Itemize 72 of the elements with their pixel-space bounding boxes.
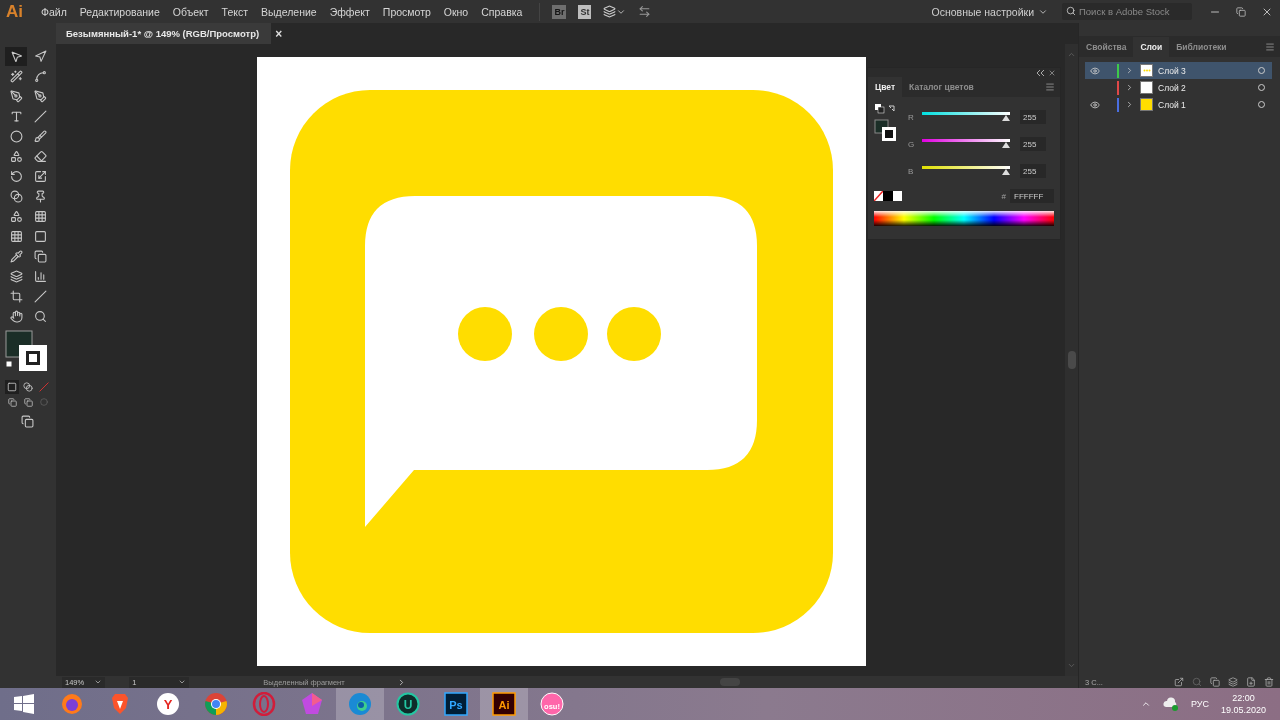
eye-icon[interactable]: [1090, 99, 1100, 110]
clock[interactable]: 22:00 19.05.2020: [1220, 693, 1266, 715]
scroll-thumb[interactable]: [1067, 351, 1076, 369]
menu-item[interactable]: Просмотр: [382, 5, 431, 18]
panel-tab[interactable]: Слои: [1133, 36, 1170, 57]
panel-tab[interactable]: Каталог цветов: [902, 77, 981, 97]
channel-value-field[interactable]: 255: [1020, 164, 1046, 178]
menu-item[interactable]: Окно: [443, 5, 469, 18]
fill-stroke-swatch-icon[interactable]: [874, 119, 896, 141]
language-indicator[interactable]: РУС: [1190, 699, 1209, 709]
hex-field[interactable]: FFFFFF: [1010, 189, 1054, 203]
sublayer-icon[interactable]: [1228, 677, 1238, 687]
menu-item[interactable]: Редактирование: [79, 5, 160, 18]
delete-icon[interactable]: [1264, 677, 1274, 687]
chevron-down-icon: [178, 678, 187, 686]
stock-button[interactable]: St: [578, 4, 592, 19]
panel-tab[interactable]: Цвет: [868, 77, 903, 97]
layer-name: Слой 3: [1158, 65, 1187, 76]
windows-logo-icon: [14, 694, 34, 714]
export-icon[interactable]: [1174, 677, 1184, 687]
workspace-switcher[interactable]: Основные настройки: [931, 5, 1048, 18]
time-text: 22:00: [1232, 693, 1255, 703]
taskbar-app-icon[interactable]: Ai: [480, 688, 528, 720]
clipping-mask-icon[interactable]: [1210, 677, 1220, 687]
search-field[interactable]: Поиск в Adobe Stock: [1062, 3, 1192, 20]
close-panel-icon[interactable]: [1048, 68, 1056, 77]
panel-tab[interactable]: Библиотеки: [1169, 36, 1234, 57]
bridge-button[interactable]: Br: [552, 4, 567, 19]
cloud-icon[interactable]: [1162, 697, 1179, 711]
chevron-down-icon: [94, 678, 103, 686]
arrange-documents-icon[interactable]: [603, 5, 617, 18]
channel-label: B: [908, 166, 915, 176]
collapse-panel-icon[interactable]: [1036, 69, 1044, 76]
swatch-row-icon[interactable]: [874, 191, 902, 201]
new-layer-icon[interactable]: [1246, 677, 1256, 687]
draw-normal-icon[interactable]: [5, 395, 19, 409]
channel-label: R: [908, 112, 915, 122]
gpu-performance-icon[interactable]: [638, 5, 652, 18]
layer-thumbnail: [1140, 98, 1153, 111]
layer-thumbnail: [1140, 64, 1153, 77]
layer-row[interactable]: Слой 3: [1085, 62, 1272, 79]
hex-label: #: [1001, 191, 1006, 201]
tray-expand-icon[interactable]: [1140, 699, 1151, 709]
layer-row[interactable]: Слой 2: [1085, 79, 1272, 96]
color-spectrum[interactable]: [874, 211, 1054, 226]
app-logo: Ai: [6, 1, 23, 22]
channel-value-field[interactable]: 255: [1020, 137, 1046, 151]
channel-label: G: [908, 139, 916, 149]
restore-icon: [1236, 6, 1246, 17]
search-icon: [1066, 6, 1076, 16]
date-text: 19.05.2020: [1220, 705, 1266, 715]
close-tab-button[interactable]: ×: [275, 26, 283, 41]
document-title: Безымянный-1* @ 149% (RGB/Просмотр): [66, 28, 260, 39]
default-colors-icon[interactable]: [874, 103, 898, 115]
menu-item[interactable]: Выделение: [261, 5, 317, 18]
menu-item[interactable]: Текст: [221, 5, 249, 18]
layer-name: Слой 1: [1158, 99, 1187, 110]
none-mode-icon[interactable]: [37, 380, 51, 394]
panel-tab[interactable]: Свойства: [1079, 36, 1134, 57]
menu-item[interactable]: Объект: [172, 5, 209, 18]
gradient-mode-icon[interactable]: [21, 380, 35, 394]
menu-item[interactable]: Файл: [41, 5, 67, 18]
channel-value-field[interactable]: 255: [1020, 110, 1046, 124]
eye-icon[interactable]: [1090, 65, 1100, 76]
selection-tool-icon[interactable]: [5, 47, 27, 66]
layer-thumbnail: [1140, 81, 1153, 94]
layer-name: Слой 2: [1158, 82, 1187, 93]
menu-item[interactable]: Справка: [481, 5, 523, 18]
menu-item[interactable]: Эффект: [329, 5, 370, 18]
layer-row[interactable]: Слой 1: [1085, 96, 1272, 113]
color-mode-icon[interactable]: [5, 380, 19, 394]
draw-behind-icon[interactable]: [21, 395, 35, 409]
